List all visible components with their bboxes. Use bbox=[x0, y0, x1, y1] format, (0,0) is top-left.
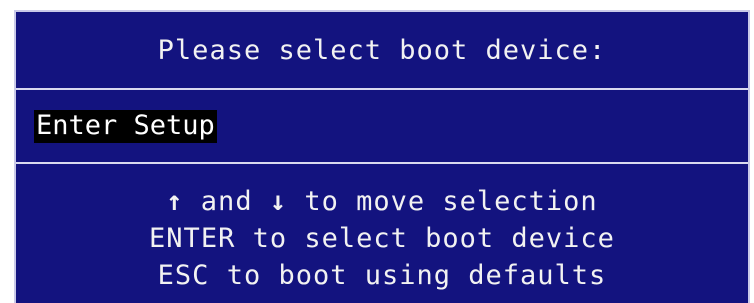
help-line-navigation: ↑ and ↓ to move selection bbox=[16, 183, 748, 220]
help-line-enter: ENTER to select boot device bbox=[149, 223, 615, 254]
arrow-down-icon: ↓ bbox=[269, 186, 288, 217]
help-and-text: and bbox=[183, 186, 270, 217]
boot-option-enter-setup[interactable]: Enter Setup bbox=[34, 110, 217, 143]
header-divider bbox=[16, 88, 748, 90]
boot-device-list: Enter Setup bbox=[34, 110, 217, 143]
boot-menu-screen: Please select boot device: Enter Setup ↑… bbox=[0, 0, 754, 303]
help-move-text: to move selection bbox=[287, 186, 598, 217]
help-line-escape: ESC to boot using defaults bbox=[157, 260, 607, 291]
boot-device-dialog: Please select boot device: Enter Setup ↑… bbox=[14, 10, 750, 303]
footer-divider bbox=[16, 162, 748, 164]
arrow-up-icon: ↑ bbox=[166, 186, 184, 217]
dialog-title: Please select boot device: bbox=[157, 34, 607, 66]
keyboard-help: ↑ and ↓ to move selection ENTER to selec… bbox=[16, 183, 748, 294]
